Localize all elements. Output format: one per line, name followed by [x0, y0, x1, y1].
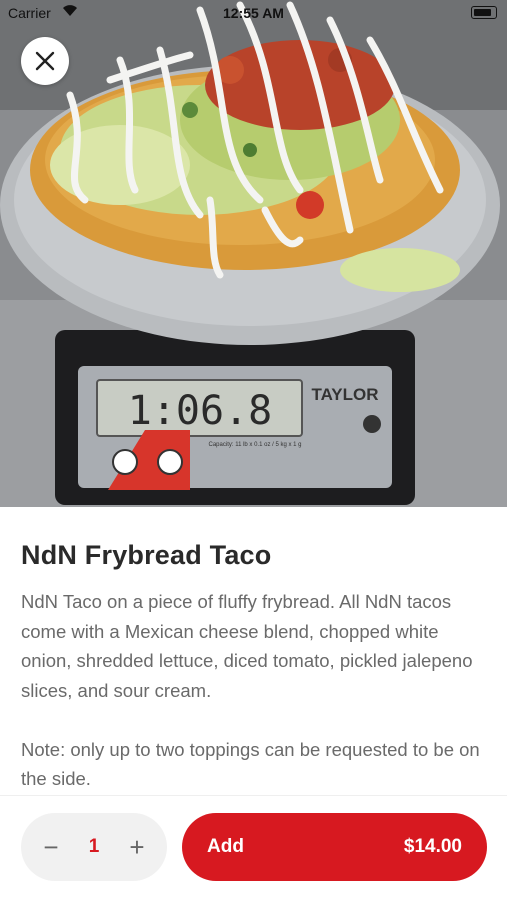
scale-brand: TAYLOR — [311, 385, 378, 404]
increase-quantity-button[interactable]: + — [117, 813, 157, 881]
scale-capacity: Capacity: 11 lb x 0.1 oz / 5 kg x 1 g — [209, 442, 302, 448]
status-bar: Carrier 12:55 AM — [0, 0, 507, 28]
battery-icon — [471, 6, 497, 19]
decrease-quantity-button[interactable]: − — [31, 813, 71, 881]
item-details: NdN Frybread Taco NdN Taco on a piece of… — [21, 540, 487, 794]
add-to-order-button[interactable]: Add $14.00 — [182, 813, 487, 881]
close-button[interactable] — [21, 37, 69, 85]
order-bar: − 1 + Add $14.00 — [0, 795, 507, 901]
add-button-price: $14.00 — [403, 836, 462, 857]
frybread-taco-photo: 1:06.8 TAYLOR Capacity: 11 lb x 0.1 oz /… — [0, 0, 507, 507]
close-icon — [35, 51, 55, 71]
item-description: NdN Taco on a piece of fluffy frybread. … — [21, 591, 480, 789]
scale-reading: 1:06.8 — [128, 388, 273, 434]
status-time: 12:55 AM — [223, 5, 284, 21]
quantity-stepper: − 1 + — [21, 813, 167, 881]
add-button-label: Add — [207, 836, 244, 857]
item-photo: 1:06.8 TAYLOR Capacity: 11 lb x 0.1 oz /… — [0, 0, 507, 507]
item-title: NdN Frybread Taco — [21, 540, 272, 570]
quantity-value: 1 — [88, 836, 100, 857]
